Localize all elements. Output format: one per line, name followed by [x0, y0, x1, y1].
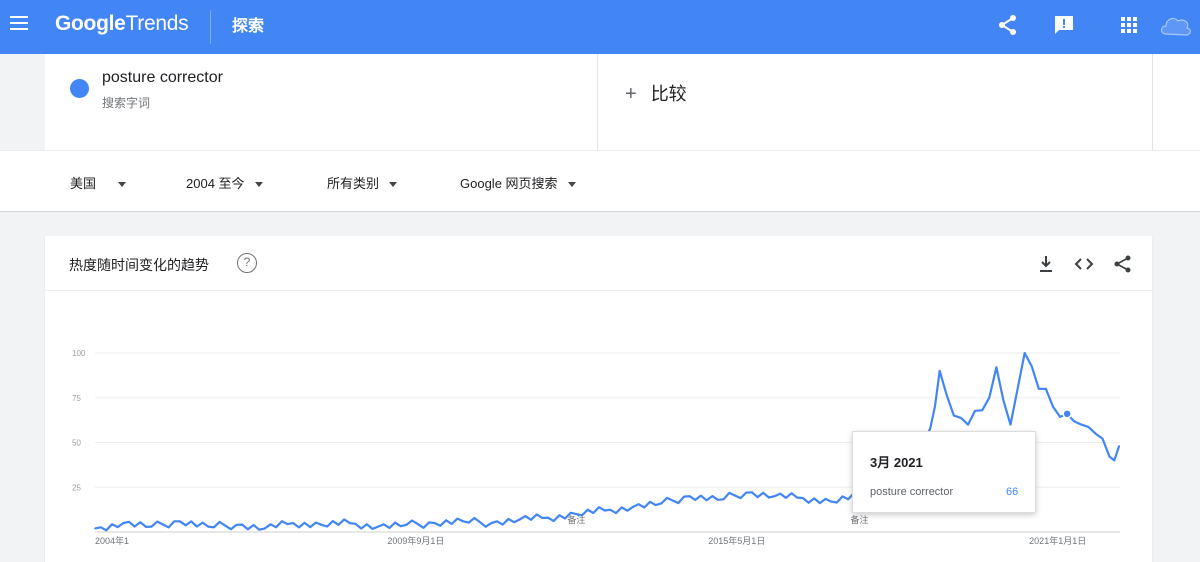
category-filter[interactable]: 所有类别 — [327, 173, 398, 192]
interest-over-time-card: 热度随时间变化的趋势 ? 100 75 50 25 2004年1 2009年9月1日 201… — [45, 236, 1152, 562]
x-tick-label: 2009年9月1日 — [387, 535, 444, 546]
x-tick-label: 2015年5月1日 — [708, 535, 765, 546]
data-point — [518, 518, 521, 521]
data-point — [632, 506, 634, 508]
data-point — [938, 370, 941, 372]
filter-bar: 美国 2004 至今 所有类别 Google 网页搜索 — [0, 150, 1200, 212]
data-point — [547, 516, 549, 519]
data-point — [1037, 387, 1040, 390]
apps-grid-icon[interactable] — [1117, 13, 1141, 37]
data-point — [490, 522, 493, 524]
data-point — [1052, 405, 1054, 408]
data-point — [1009, 423, 1012, 426]
add-compare-button[interactable]: + 比较 — [625, 80, 687, 106]
search-type-filter[interactable]: Google 网页搜索 — [460, 173, 576, 192]
term-color-dot — [70, 79, 89, 98]
data-point — [1094, 432, 1097, 435]
data-point — [94, 527, 96, 530]
menu-icon[interactable] — [10, 16, 28, 30]
top-app-bar: GoogleTrends 探索 — [0, 0, 1200, 54]
data-point — [660, 502, 663, 505]
data-point — [929, 427, 932, 430]
hover-point — [1062, 409, 1072, 419]
data-point — [348, 522, 351, 524]
data-point — [405, 523, 408, 526]
search-term-type: 搜索字词 — [102, 96, 151, 110]
data-point — [462, 520, 464, 523]
note-marker: 备注 — [850, 514, 868, 525]
chevron-down-icon — [254, 182, 263, 188]
feedback-icon[interactable] — [1052, 13, 1076, 37]
data-point — [1080, 423, 1083, 426]
search-type-filter-label: Google 网页搜索 — [460, 176, 558, 191]
compare-label: 比较 — [650, 84, 687, 104]
chevron-down-icon — [118, 182, 127, 188]
trend-line-chart[interactable]: 100 75 50 25 2004年1 2009年9月1日 2015年5月1日 2021年1月… — [45, 236, 1152, 562]
data-point — [122, 522, 125, 524]
plus-icon: + — [625, 83, 637, 105]
data-point — [981, 409, 984, 412]
data-point — [179, 520, 181, 523]
chevron-down-icon — [567, 182, 576, 188]
data-point — [1118, 445, 1120, 447]
y-tick-label: 50 — [72, 439, 81, 448]
search-term-box[interactable]: posture corrector 搜索字词 — [45, 54, 598, 150]
data-point — [830, 500, 833, 503]
y-tick-label: 100 — [72, 349, 86, 358]
y-tick-label: 25 — [72, 483, 81, 492]
share-icon[interactable] — [996, 13, 1020, 37]
data-point — [773, 495, 776, 498]
data-point — [292, 522, 295, 524]
region-filter-label: 美国 — [70, 176, 97, 191]
nav-explore[interactable]: 探索 — [232, 12, 264, 36]
data-point — [320, 523, 323, 526]
data-point — [995, 366, 998, 369]
search-term-name: posture corrector — [102, 69, 223, 86]
chevron-down-icon — [389, 182, 398, 188]
note-marker: 备注 — [567, 514, 585, 525]
google-trends-logo[interactable]: GoogleTrends — [55, 12, 189, 36]
data-point — [603, 509, 606, 512]
region-filter[interactable]: 美国 — [70, 173, 127, 192]
data-point — [952, 414, 955, 417]
data-point — [1108, 455, 1111, 458]
category-filter-label: 所有类别 — [327, 176, 380, 191]
data-point — [745, 491, 748, 494]
search-row-edge — [1152, 54, 1200, 150]
data-point — [150, 525, 153, 528]
data-point — [1023, 352, 1026, 354]
data-point — [263, 527, 266, 530]
x-tick-label: 2021年1月1日 — [1029, 535, 1086, 546]
x-tick-label: 2004年1 — [95, 535, 129, 546]
data-point — [967, 423, 969, 426]
data-point — [717, 498, 719, 501]
data-point — [801, 497, 804, 499]
data-point — [377, 525, 380, 528]
y-tick-label: 75 — [72, 394, 81, 403]
data-point — [433, 522, 436, 524]
data-point — [207, 525, 210, 528]
data-point — [688, 495, 691, 498]
chart-tooltip: 3月 2021 posture corrector 66 — [852, 431, 1036, 513]
time-range-filter[interactable]: 2004 至今 — [186, 173, 263, 192]
data-point — [235, 523, 238, 526]
search-term-card: posture corrector 搜索字词 + 比较 — [45, 54, 1152, 150]
tooltip-date: 3月 2021 — [870, 455, 923, 470]
account-avatar-icon[interactable] — [1158, 10, 1192, 40]
time-range-filter-label: 2004 至今 — [186, 176, 245, 191]
tooltip-value: 66 — [1006, 486, 1019, 498]
tooltip-term: posture corrector — [870, 486, 954, 498]
header-divider — [210, 10, 211, 44]
